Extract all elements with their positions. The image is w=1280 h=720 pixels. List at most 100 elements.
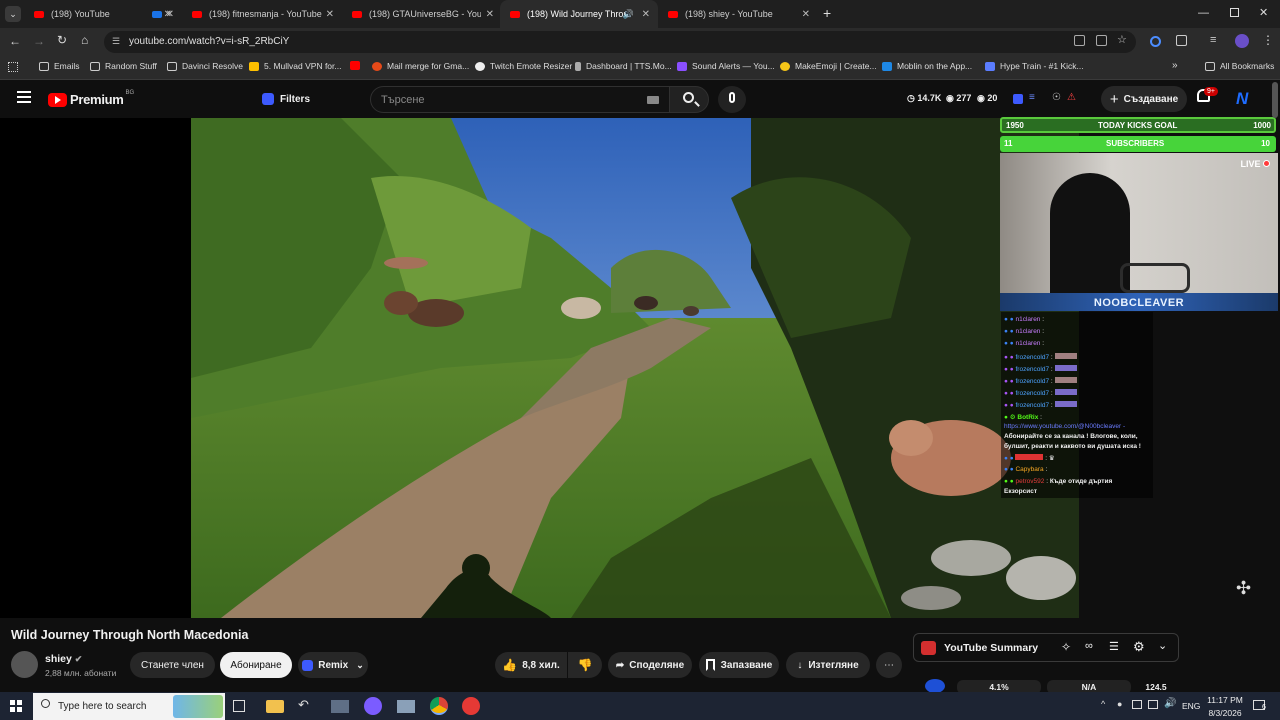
app-icon[interactable]: ↶ <box>298 697 316 715</box>
app-icon[interactable] <box>331 700 349 713</box>
close-icon[interactable]: ✕ <box>326 9 334 20</box>
tab-shiey[interactable]: (198) shiey - YouTube ✕ <box>658 0 818 28</box>
youtube-summary-panel[interactable]: YouTube Summary ✧ ∞ ☰ ⚙ ⌄ <box>913 633 1179 662</box>
chevron-down-icon[interactable]: ⌄ <box>1158 639 1167 652</box>
bookmark-emails[interactable]: Emails <box>39 61 80 71</box>
language-indicator[interactable]: ENG <box>1182 701 1200 711</box>
bookmark-hype-train[interactable]: Hype Train - #1 Kick... <box>985 61 1084 71</box>
close-window-icon[interactable]: ✕ <box>1259 6 1268 19</box>
bookmark-twitch-emote[interactable]: Twitch Emote Resizer <box>475 61 572 71</box>
audio-icon[interactable]: ☰ <box>1109 640 1119 653</box>
clock[interactable]: 11:17 PM 8/3/2026 <box>1207 695 1243 718</box>
bookmark-random-stuff[interactable]: Random Stuff <box>90 61 157 71</box>
close-icon[interactable]: ✕ <box>802 9 810 20</box>
sort-icon[interactable]: ≡ <box>1029 92 1035 103</box>
task-view-icon[interactable] <box>233 700 245 712</box>
extension-toolbar-icon[interactable] <box>1013 94 1023 104</box>
all-bookmarks[interactable]: All Bookmarks <box>1205 61 1274 71</box>
more-actions-button[interactable]: ⋯ <box>876 652 902 678</box>
puzzle-icon[interactable] <box>1176 35 1187 46</box>
site-info-icon[interactable]: ☰ <box>112 36 120 47</box>
subscribe-button[interactable]: Абониране <box>220 652 292 678</box>
bookmark-makeemoji[interactable]: MakeEmoji | Create... <box>780 61 877 71</box>
bookmark-dashboard-tts[interactable]: Dashboard | TTS.Mo... <box>575 61 672 71</box>
install-icon[interactable] <box>1096 35 1107 46</box>
eye-icon: ◉ <box>946 93 954 103</box>
chrome-icon[interactable] <box>430 697 448 715</box>
volume-icon[interactable]: 🔊 <box>1164 698 1176 709</box>
youtube-logo[interactable]: Premium BG <box>48 90 134 107</box>
tab-gtauniverse[interactable]: (198) GTAUniverseBG - YouTub ✕ <box>342 0 502 28</box>
keyboard-icon[interactable] <box>647 96 659 104</box>
app-icon[interactable] <box>462 697 480 715</box>
mic-tray-icon[interactable]: ● <box>1117 699 1122 709</box>
extension-icon[interactable] <box>1150 36 1161 47</box>
like-button[interactable]: 👍 8,8 хил. <box>495 652 567 678</box>
hamburger-menu-icon[interactable] <box>17 91 31 103</box>
bookmark-mullvad[interactable]: 5. Mullvad VPN for... <box>249 61 341 71</box>
remix-button[interactable]: Remix ⌄ <box>298 652 368 678</box>
dislike-button[interactable]: 👎 <box>568 652 602 678</box>
close-icon[interactable]: ✕ <box>166 9 174 20</box>
tab-search-button[interactable]: ⌄ <box>5 6 21 22</box>
bell-off-icon[interactable]: ⚠ <box>1067 92 1076 103</box>
download-button[interactable]: ↓ Изтегляне <box>786 652 870 678</box>
new-tab-button[interactable]: + <box>823 5 831 21</box>
close-icon[interactable]: ✕ <box>642 9 650 20</box>
address-bar[interactable]: ☰ youtube.com/watch?v=i-sR_2RbCiY ☆ <box>104 31 1136 53</box>
page-scrollbar[interactable] <box>1272 82 1278 118</box>
user-icon[interactable]: ☉ <box>1052 92 1061 103</box>
tab-fitnesmanja[interactable]: (198) fitnesmanja - YouTube ✕ <box>182 0 342 28</box>
tray-icon[interactable] <box>1132 700 1142 709</box>
apps-icon[interactable] <box>8 62 18 72</box>
app-icon[interactable] <box>397 700 415 713</box>
account-avatar[interactable]: N <box>1236 89 1252 109</box>
create-button[interactable]: + Създаване <box>1101 86 1187 112</box>
minimize-icon[interactable]: — <box>1198 7 1209 19</box>
app-icon[interactable] <box>364 697 382 715</box>
more-bookmarks-icon[interactable]: » <box>1172 60 1178 71</box>
glasses-icon[interactable]: ∞ <box>1085 640 1093 652</box>
close-icon[interactable]: ✕ <box>486 9 494 20</box>
appstore-icon <box>882 61 892 71</box>
sparkle-icon[interactable]: ✧ <box>1061 640 1071 654</box>
channel-name[interactable]: shiey ✔ <box>45 653 82 665</box>
save-button[interactable]: Запазване <box>699 652 779 678</box>
menu-icon[interactable]: ⋮ <box>1262 33 1274 47</box>
join-button[interactable]: Станете член <box>130 652 215 678</box>
tab-wild-journey[interactable]: (198) Wild Journey Throug 🔊 ✕ <box>500 0 658 28</box>
file-explorer-icon[interactable] <box>266 700 284 713</box>
home-icon[interactable]: ⌂ <box>81 33 88 47</box>
profile-avatar[interactable] <box>1235 34 1249 48</box>
gear-icon[interactable]: ⚙ <box>1133 639 1145 655</box>
extension-logo-icon <box>302 659 314 671</box>
bookmark-youtube[interactable] <box>350 61 365 70</box>
video-player[interactable]: ✣ <box>0 118 1251 618</box>
channel-avatar[interactable] <box>11 651 38 678</box>
video-frame[interactable] <box>191 118 1079 618</box>
filters-button[interactable]: Filters <box>262 87 318 111</box>
search-input[interactable]: Търсене <box>370 86 670 113</box>
search-button[interactable] <box>669 86 709 113</box>
bookmark-davinci[interactable]: Davinci Resolve <box>167 61 243 71</box>
share-button[interactable]: ➦ Споделяне <box>608 652 692 678</box>
speaker-icon[interactable]: 🔊 <box>623 9 634 20</box>
forward-icon[interactable]: → <box>33 34 45 48</box>
bookmark-moblin[interactable]: Moblin on the App... <box>882 61 972 71</box>
tab-mail[interactable]: ✕ <box>142 0 182 28</box>
back-icon[interactable]: ← <box>9 34 21 48</box>
notifications-button[interactable]: 9+ <box>1197 87 1218 107</box>
voice-search-button[interactable] <box>718 86 746 113</box>
chevron-up-icon[interactable]: ^ <box>1101 699 1105 709</box>
reload-icon[interactable]: ↻ <box>57 33 67 47</box>
windows-start-icon[interactable] <box>10 700 22 712</box>
restore-icon[interactable] <box>1230 8 1239 17</box>
network-icon[interactable] <box>1148 700 1158 709</box>
bookmark-mail-merge[interactable]: Mail merge for Gma... <box>372 61 469 71</box>
translate-icon[interactable] <box>1074 35 1085 46</box>
media-icon[interactable]: ≡ <box>1210 34 1216 46</box>
bookmark-sound-alerts[interactable]: Sound Alerts — You... <box>677 61 775 71</box>
taskbar-search-input[interactable]: Type here to search <box>33 693 225 720</box>
emote-image <box>1054 377 1077 383</box>
star-icon[interactable]: ☆ <box>1117 33 1127 46</box>
